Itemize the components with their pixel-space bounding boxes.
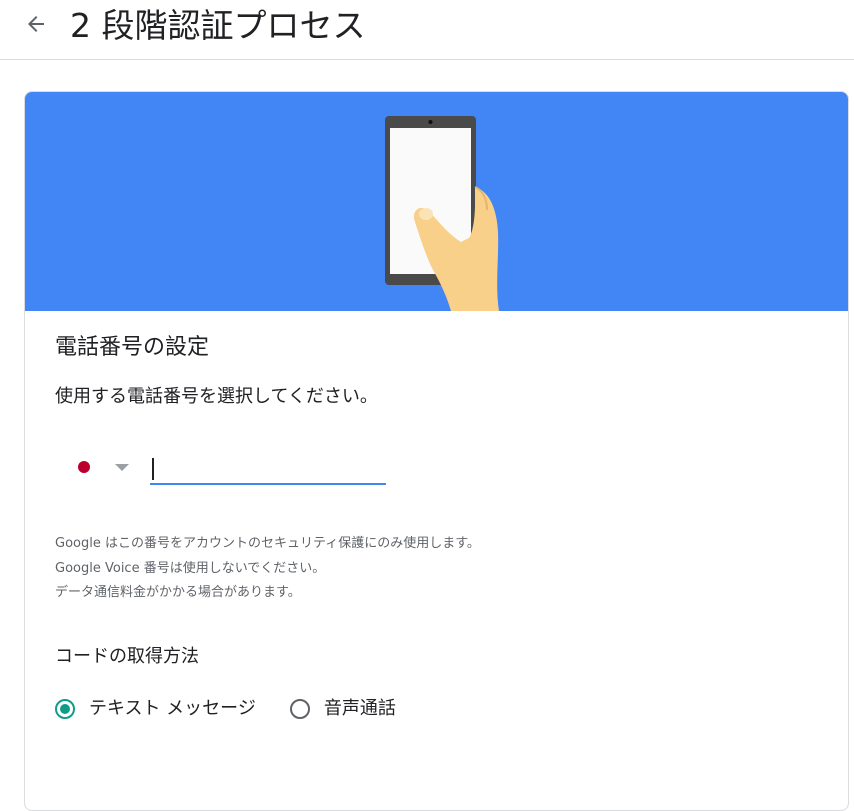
note-line: データ通信料金がかかる場合があります。 (55, 585, 301, 600)
japan-flag-icon (78, 461, 90, 473)
page-header: 2 段階認証プロセス (0, 0, 854, 60)
phone-setup-card: 電話番号の設定 使用する電話番号を選択してください。 Google はこの番号を… (24, 91, 849, 811)
arrow-left-icon (24, 12, 48, 40)
banner (25, 92, 848, 311)
phone-in-hand-illustration (385, 116, 499, 311)
radio-label: テキスト メッセージ (89, 698, 256, 719)
code-method-radio-group: テキスト メッセージ 音声通話 (55, 694, 430, 724)
radio-voice-call[interactable]: 音声通話 (289, 694, 396, 724)
back-button[interactable] (20, 10, 52, 42)
phone-number-input[interactable] (150, 453, 386, 485)
radio-text-message[interactable]: テキスト メッセージ (55, 694, 256, 724)
country-select[interactable] (73, 452, 135, 482)
page-title: 2 段階認証プロセス (70, 6, 366, 45)
note-line: Google はこの番号をアカウントのセキュリティ保護にのみ使用します。 (55, 536, 480, 551)
code-method-title: コードの取得方法 (55, 646, 199, 667)
section-title: 電話番号の設定 (55, 335, 210, 360)
radio-checked-icon[interactable] (55, 699, 75, 719)
radio-unchecked-icon[interactable] (289, 699, 310, 719)
note-line: Google Voice 番号は使用しないでください。 (55, 560, 326, 576)
chevron-down-icon (115, 464, 129, 471)
phone-usage-notes: Google はこの番号をアカウントのセキュリティ保護にのみ使用します。 Goo… (55, 532, 480, 606)
radio-label: 音声通話 (323, 698, 396, 719)
text-cursor (152, 458, 154, 480)
instruction-text: 使用する電話番号を選択してください。 (55, 386, 378, 407)
